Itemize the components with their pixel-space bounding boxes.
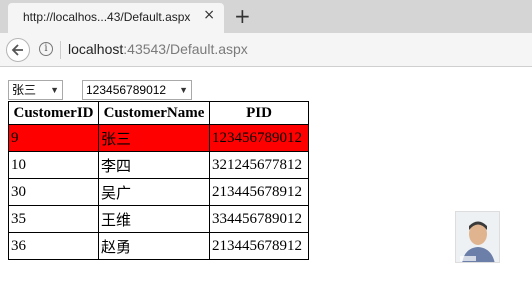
- table-header-row: CustomerID CustomerName PID: [8, 101, 309, 125]
- table-row[interactable]: 10 李四 321245677812: [8, 151, 309, 179]
- table-row[interactable]: 35 王维 334456789012: [8, 205, 309, 233]
- cell-customer-id: 36: [8, 232, 99, 260]
- customer-name-select-value: 张三: [12, 83, 37, 97]
- browser-tab[interactable]: http://localhos...43/Default.aspx ×: [8, 3, 224, 33]
- customer-table: CustomerID CustomerName PID 9 张三 1234567…: [8, 101, 309, 260]
- chevron-down-icon: ▼: [50, 85, 59, 95]
- pid-select[interactable]: 123456789012 ▼: [82, 80, 192, 100]
- address-bar[interactable]: localhost:43543/Default.aspx: [68, 41, 248, 57]
- cell-pid: 213445678912: [209, 178, 309, 206]
- tab-strip: http://localhos...43/Default.aspx × +: [0, 0, 532, 33]
- navigation-bar: i localhost:43543/Default.aspx: [0, 33, 532, 67]
- cell-customer-id: 35: [8, 205, 99, 233]
- column-header: CustomerID: [8, 101, 99, 125]
- cell-customer-name: 张三: [98, 124, 210, 152]
- cell-customer-name: 赵勇: [98, 232, 210, 260]
- column-header: PID: [209, 101, 309, 125]
- customer-name-select[interactable]: 张三 ▼: [8, 80, 63, 100]
- back-button[interactable]: [6, 38, 30, 62]
- avatar: [455, 211, 500, 263]
- close-tab-icon[interactable]: ×: [203, 7, 215, 23]
- table-row-selected[interactable]: 9 张三 123456789012: [8, 124, 309, 152]
- column-header: CustomerName: [98, 101, 210, 125]
- url-path: :43543/Default.aspx: [123, 41, 248, 57]
- back-arrow-icon: [11, 44, 23, 56]
- url-divider: [60, 41, 61, 59]
- url-host: localhost: [68, 41, 124, 57]
- cell-pid: 123456789012: [209, 124, 309, 152]
- cell-customer-id: 10: [8, 151, 99, 179]
- tab-title: http://localhos...43/Default.aspx: [23, 10, 191, 24]
- cell-customer-name: 李四: [98, 151, 210, 179]
- pid-select-value: 123456789012: [86, 83, 167, 97]
- cell-pid: 213445678912: [209, 232, 309, 260]
- cell-customer-name: 王维: [98, 205, 210, 233]
- table-row[interactable]: 30 吴广 213445678912: [8, 178, 309, 206]
- cell-customer-id: 9: [8, 124, 99, 152]
- cell-pid: 321245677812: [209, 151, 309, 179]
- new-tab-button[interactable]: +: [234, 3, 251, 29]
- table-row[interactable]: 36 赵勇 213445678912: [8, 232, 309, 260]
- person-photo-icon: [456, 212, 499, 262]
- info-icon[interactable]: i: [39, 42, 53, 56]
- cell-customer-name: 吴广: [98, 178, 210, 206]
- cell-pid: 334456789012: [209, 205, 309, 233]
- chevron-down-icon: ▼: [179, 85, 188, 95]
- cell-customer-id: 30: [8, 178, 99, 206]
